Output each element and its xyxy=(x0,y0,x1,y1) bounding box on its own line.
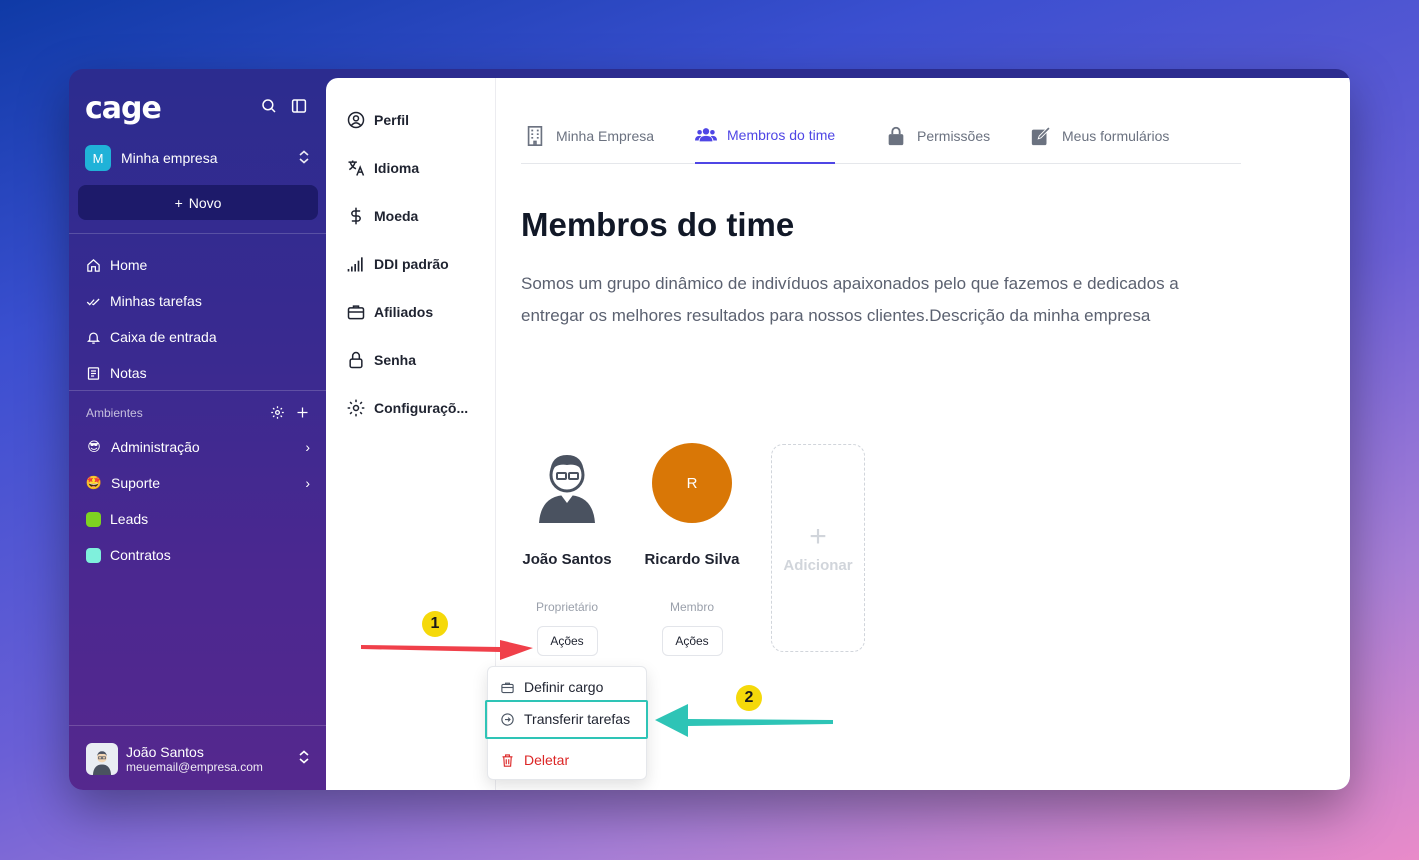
annotation-badge-1: 1 xyxy=(422,611,448,637)
annotation-arrows xyxy=(361,640,833,737)
red-arrow xyxy=(361,640,533,660)
annotation-badge-2: 2 xyxy=(736,685,762,711)
